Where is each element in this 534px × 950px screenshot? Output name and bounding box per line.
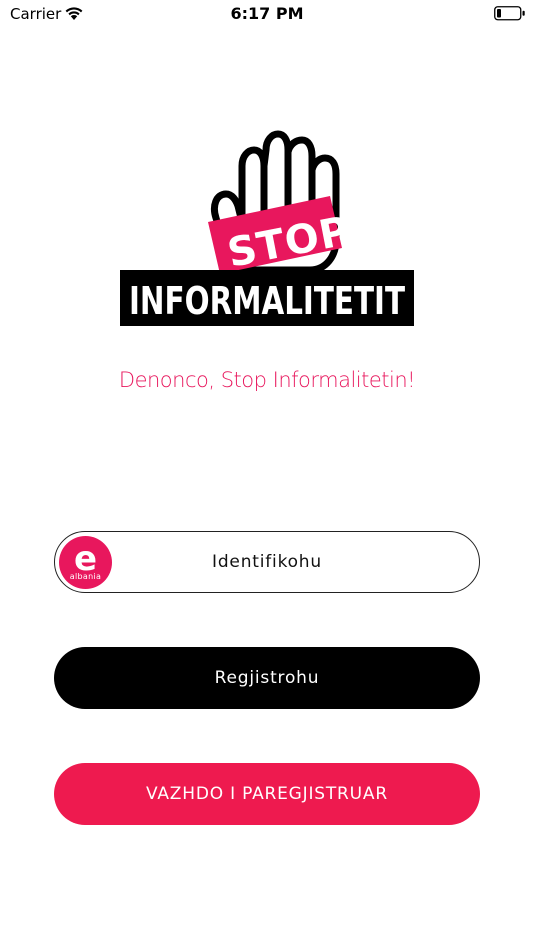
identify-button[interactable]: e albania Identifikohu [54,531,480,593]
status-time: 6:17 PM [230,4,304,23]
continue-unregistered-button[interactable]: VAZHDO I PAREGJISTRUAR [54,763,480,825]
stop-informalitetit-logo: STOP INFORMALITETIT [120,130,414,326]
ealbania-logo: e albania [59,536,112,589]
status-bar: Carrier 6:17 PM [0,0,534,28]
register-button-label: Regjistrohu [214,668,320,688]
identify-button-label: Identifikohu [212,552,322,572]
battery-icon [494,6,525,21]
tagline: Denonco, Stop Informalitetin! [118,368,416,392]
register-button[interactable]: Regjistrohu [54,647,480,709]
continue-button-label: VAZHDO I PAREGJISTRUAR [146,784,388,804]
banner-text: INFORMALITETIT [129,279,405,323]
ealbania-text: albania [69,572,102,581]
